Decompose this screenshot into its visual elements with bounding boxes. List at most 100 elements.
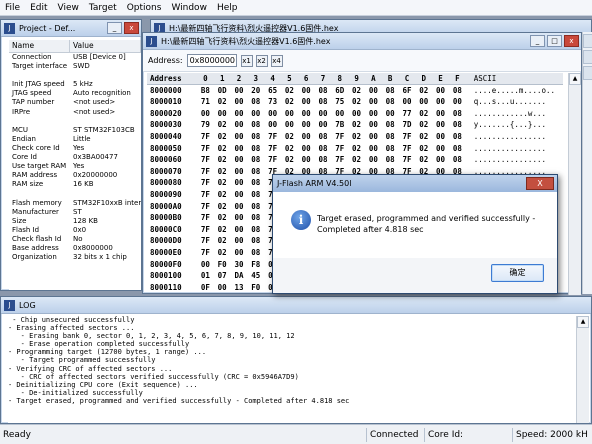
hex-byte[interactable]: 00 [315,119,332,131]
hex-byte[interactable]: 08 [247,224,264,236]
hex-byte[interactable]: 65 [264,85,281,97]
hex-byte[interactable]: 02 [214,224,231,236]
property-row[interactable]: Target interface SWD [9,62,141,71]
hex-byte[interactable]: 02 [415,119,432,131]
hex-byte[interactable]: 7F [197,166,214,178]
maximize-button[interactable]: □ [547,35,562,47]
hex-byte[interactable]: 02 [348,154,365,166]
hex-byte[interactable]: 00 [264,119,281,131]
hex-byte[interactable]: 0D [214,85,231,97]
property-row[interactable]: Flash memory STM32F10xxB internal [9,199,141,208]
hex-byte[interactable]: 08 [449,131,466,143]
hex-byte[interactable]: 00 [365,96,382,108]
property-row[interactable]: Flash Id 0x0 [9,226,141,235]
hex-byte[interactable]: 00 [231,143,248,155]
property-row[interactable]: RAM size 16 KB [9,180,141,189]
hex-byte[interactable]: F8 [247,259,264,271]
hex-byte[interactable]: 02 [415,108,432,120]
hex-byte[interactable]: 00 [298,154,315,166]
hex-byte[interactable]: 02 [214,247,231,259]
hex-byte[interactable]: 7F [399,143,416,155]
hex-byte[interactable]: 6D [331,85,348,97]
hex-byte[interactable]: 7F [264,154,281,166]
hex-byte[interactable]: 08 [247,154,264,166]
hex-byte[interactable]: 08 [382,154,399,166]
hex-byte[interactable]: 00 [231,201,248,213]
hex-byte[interactable]: 02 [348,96,365,108]
hex-byte[interactable]: 08 [449,119,466,131]
hex-byte[interactable]: 08 [449,143,466,155]
hex-byte[interactable]: 00 [214,282,231,294]
hex-byte[interactable]: 00 [231,247,248,259]
column-value-header[interactable]: Value [70,40,141,52]
hex-byte[interactable]: 00 [432,119,449,131]
hex-byte[interactable]: 02 [214,201,231,213]
menu-item-window[interactable]: Window [166,0,212,16]
hex-byte[interactable]: 00 [399,96,416,108]
hex-byte[interactable]: 20 [247,85,264,97]
hex-byte[interactable]: F0 [247,282,264,294]
hex-byte[interactable]: 00 [331,108,348,120]
property-row[interactable]: Base address 0x8000000 [9,244,141,253]
hex-row[interactable]: 8000060 7F 02 00 08 7F 02 00 08 7F 02 00 08 7F 02 00 08.… [147,154,563,166]
hex-byte[interactable]: 08 [315,96,332,108]
minimize-button[interactable]: _ [530,35,545,47]
zoom-x2-button[interactable]: x2 [255,54,268,67]
property-row[interactable]: Init JTAG speed 5 kHz [9,80,141,89]
hex-byte[interactable]: 07 [214,270,231,282]
dialog-close-button[interactable]: X [526,177,554,190]
hex-byte[interactable]: 00 [264,108,281,120]
hex-byte[interactable]: 08 [449,85,466,97]
hex-byte[interactable]: 7F [197,201,214,213]
hex-byte[interactable]: 00 [365,154,382,166]
hex-byte[interactable]: 00 [231,131,248,143]
menu-item-file[interactable]: File [0,0,25,16]
hex-byte[interactable]: 08 [247,212,264,224]
hex-byte[interactable]: 02 [348,143,365,155]
close-button[interactable]: x [124,22,139,34]
hex-byte[interactable]: 02 [281,154,298,166]
hex-byte[interactable]: 45 [247,270,264,282]
hex-byte[interactable]: 00 [231,96,248,108]
hex-row[interactable]: 8000020 00 00 00 00 00 00 00 00 00 00 00 00 77 02 00 08.… [147,108,563,120]
hex-byte[interactable]: 00 [231,154,248,166]
hex-byte[interactable]: 00 [231,189,248,201]
hex-byte[interactable]: 7F [331,154,348,166]
scroll-up-icon[interactable]: ▲ [577,316,589,328]
property-row[interactable]: Organization 32 bits x 1 chip [9,253,141,262]
hex-byte[interactable]: 08 [382,96,399,108]
hex-byte[interactable]: 00 [231,212,248,224]
hex-row[interactable]: 8000010 71 02 00 08 73 02 00 08 75 02 00 08 00 00 00 00 q… [147,96,563,108]
hex-byte[interactable]: 08 [247,247,264,259]
hex-byte[interactable]: 75 [331,96,348,108]
log-scrollbar[interactable]: ▲ [576,316,589,423]
hex-byte[interactable]: 7F [399,131,416,143]
hex-byte[interactable]: 7F [197,177,214,189]
hex-row[interactable]: 8000050 7F 02 00 08 7F 02 00 08 7F 02 00 08 7F 02 00 08.… [147,143,563,155]
menu-item-edit[interactable]: Edit [25,0,52,16]
hex-byte[interactable]: 00 [281,119,298,131]
hex-byte[interactable]: 08 [247,189,264,201]
hex-byte[interactable]: 00 [415,96,432,108]
hex-row[interactable]: 8000030 79 02 00 08 00 00 00 00 7B 02 00 08 7D 02 00 08 y… [147,119,563,131]
side-panel-tab[interactable] [583,50,592,64]
hex-byte[interactable]: 30 [231,259,248,271]
hex-byte[interactable]: 7F [197,189,214,201]
hex-byte[interactable]: 00 [365,119,382,131]
hex-byte[interactable]: 02 [348,85,365,97]
hex-byte[interactable]: 08 [382,119,399,131]
hex-byte[interactable]: C4 [197,293,214,295]
hex-byte[interactable]: 08 [449,108,466,120]
hex-byte[interactable]: 02 [214,166,231,178]
hex-byte[interactable]: 08 [315,85,332,97]
hex-byte[interactable]: 00 [231,85,248,97]
hex-row[interactable]: 8000040 7F 02 00 08 7F 02 00 08 7F 02 00 08 7F 02 00 08.… [147,131,563,143]
hex-byte[interactable]: 00 [365,143,382,155]
hex-byte[interactable]: 02 [281,143,298,155]
hex-byte[interactable]: 7F [197,224,214,236]
hex-byte[interactable]: 02 [214,235,231,247]
hex-byte[interactable]: 08 [382,143,399,155]
hex-byte[interactable]: 08 [382,131,399,143]
menu-item-view[interactable]: View [53,0,84,16]
hex-byte[interactable]: 08 [247,143,264,155]
